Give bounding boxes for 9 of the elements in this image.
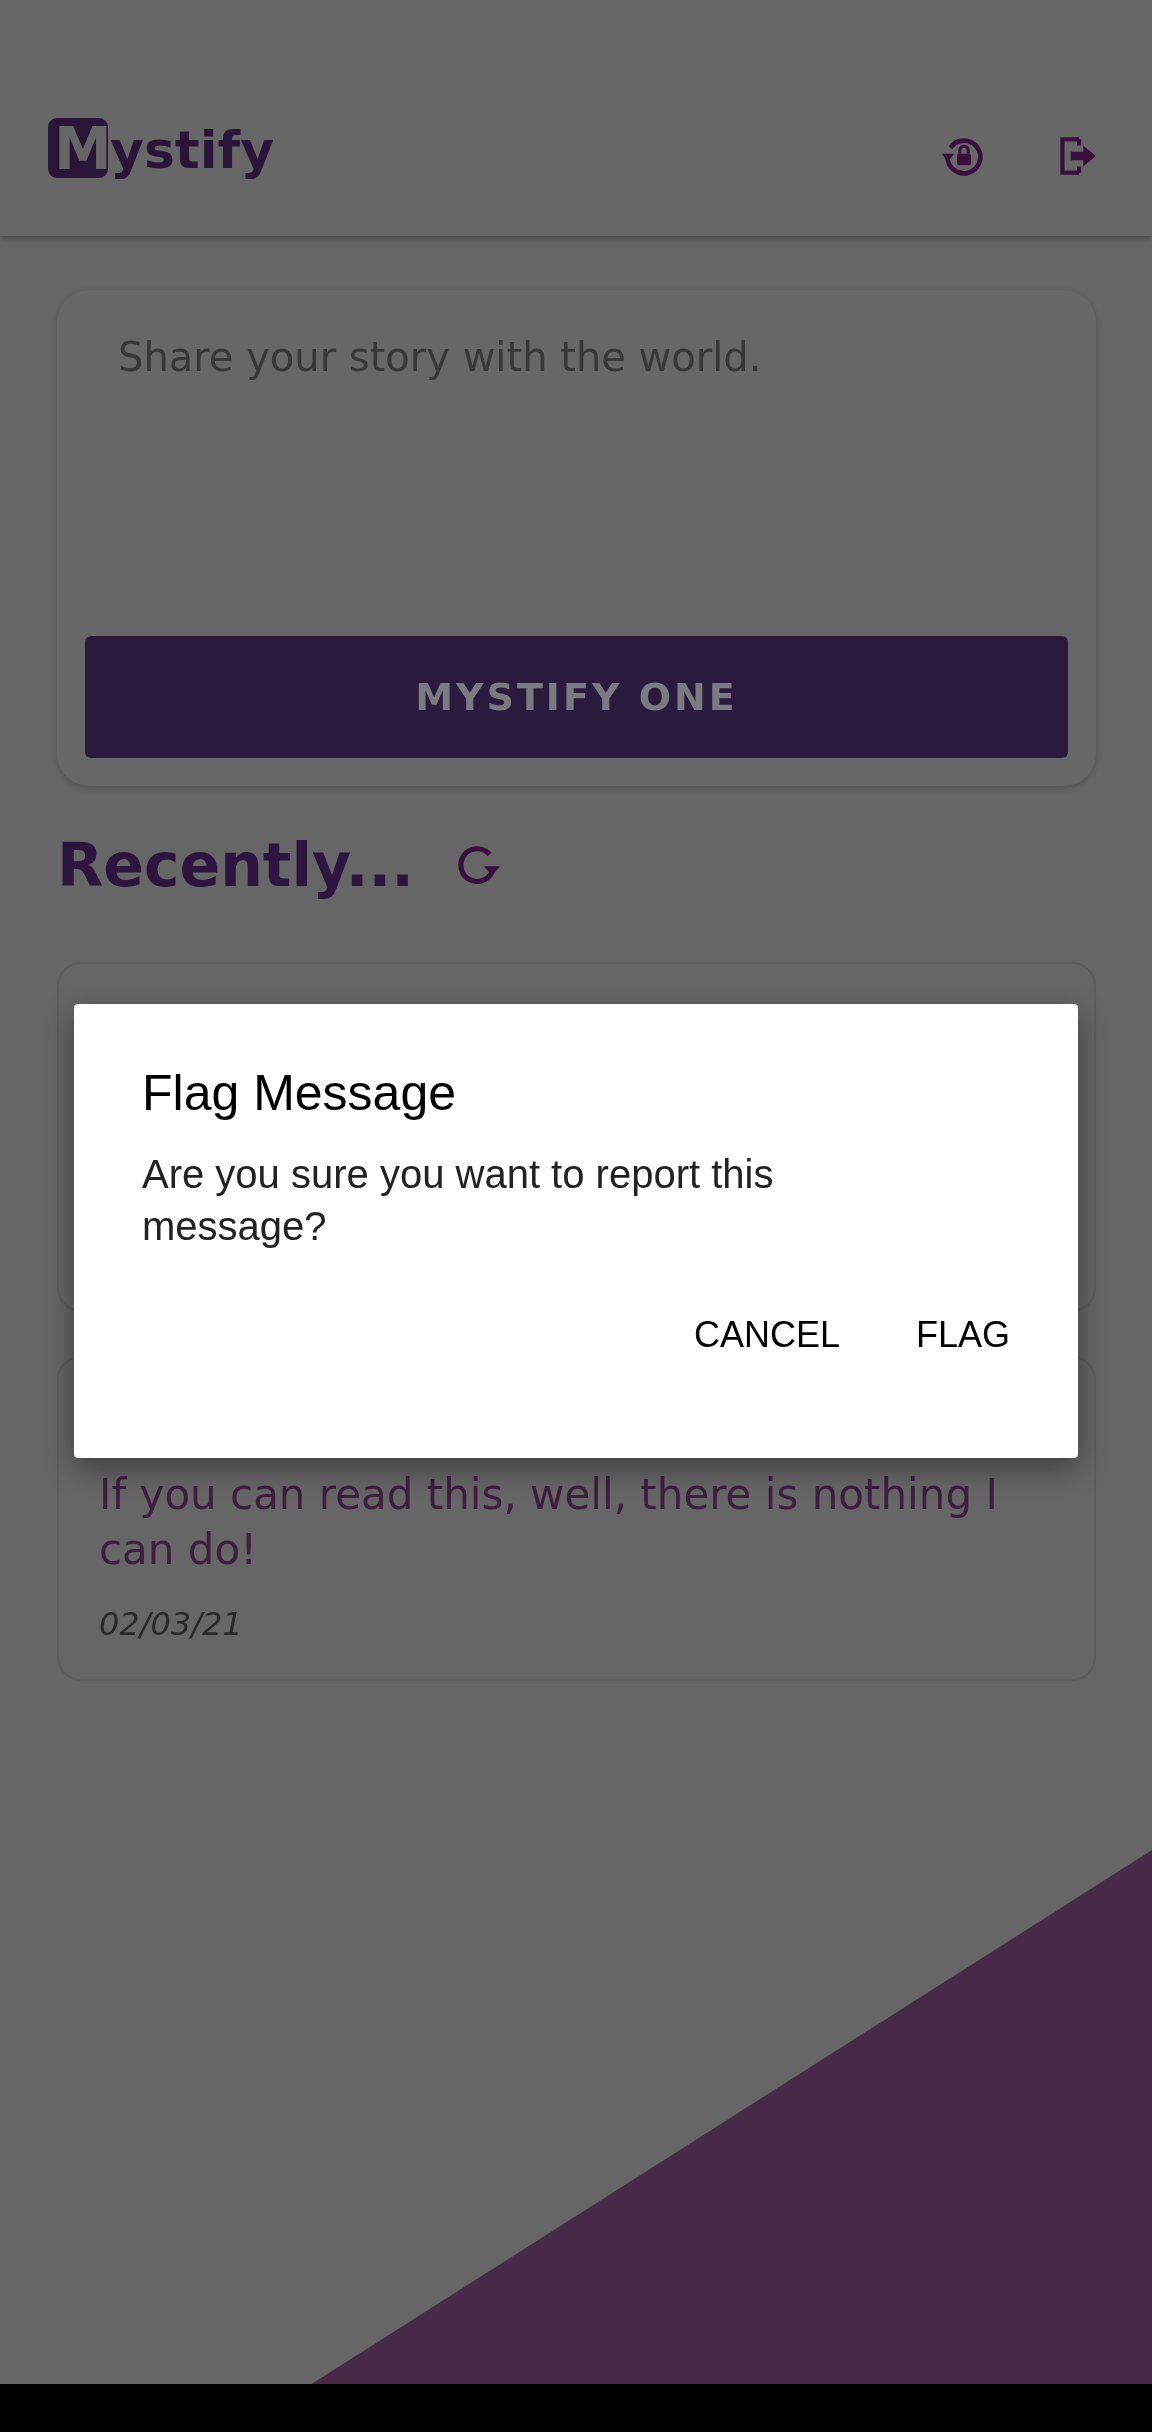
section-heading: Recently...	[57, 830, 415, 900]
post-date: 02/03/21	[99, 1605, 244, 1644]
mystify-button[interactable]: MYSTIFY ONE	[85, 636, 1068, 758]
dialog-title: Flag Message	[142, 1064, 458, 1122]
dialog-button[interactable]: CANCEL	[665, 1302, 868, 1368]
dialog-message: Are you sure you want to report this message?	[142, 1151, 775, 1250]
logo-badge: M	[48, 118, 108, 178]
dialog-button[interactable]: FLAG	[887, 1302, 1038, 1368]
post-text: If you can read this, well, there is nothing I can do!	[99, 1469, 999, 1576]
